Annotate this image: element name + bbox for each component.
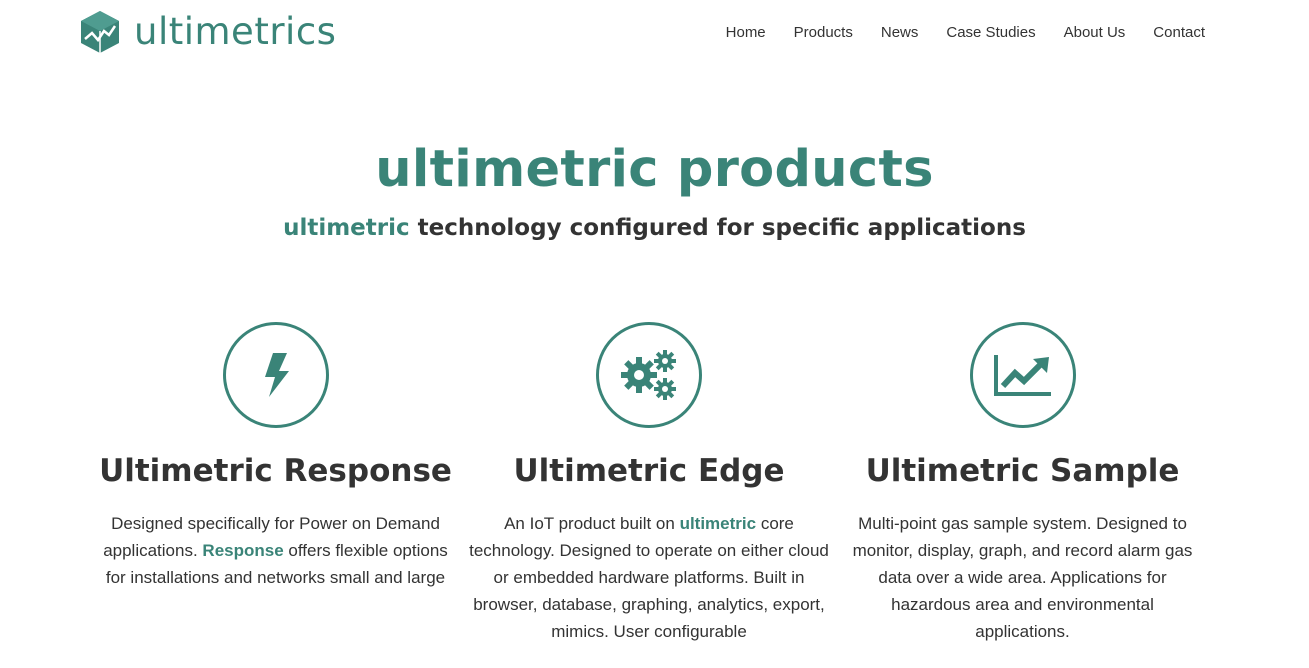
subtitle-accent: ultimetric [283, 215, 410, 241]
description-text: Multi-point gas sample system. Designed … [852, 514, 1193, 641]
gears-icon [621, 350, 676, 400]
product-description: An IoT product built on ultimetric core … [469, 510, 829, 645]
product-card-sample: Ultimetric Sample Multi-point gas sample… [836, 322, 1209, 645]
nav-case-studies[interactable]: Case Studies [946, 22, 1035, 44]
description-text: core technology. Designed to operate on … [469, 514, 829, 641]
product-title: Ultimetric Response [99, 453, 452, 489]
page-subtitle: ultimetric technology configured for spe… [0, 212, 1309, 244]
nav-products[interactable]: Products [794, 22, 853, 44]
product-card-edge: Ultimetric Edge An IoT product built on … [463, 322, 836, 645]
description-highlight: Response [202, 541, 284, 560]
main-nav: Home Products News Case Studies About Us… [698, 22, 1205, 44]
line-chart-icon [993, 355, 1051, 396]
subtitle-text: technology configured for specific appli… [409, 215, 1026, 241]
product-title: Ultimetric Edge [513, 453, 785, 489]
product-description: Multi-point gas sample system. Designed … [843, 510, 1203, 645]
product-icon-circle[interactable] [222, 322, 329, 428]
lightning-bolt-icon [264, 353, 289, 397]
nav-home[interactable]: Home [726, 22, 766, 44]
nav-about-us[interactable]: About Us [1064, 22, 1126, 44]
description-highlight: ultimetric [679, 514, 757, 533]
brand-logo[interactable]: ultimetrics [78, 9, 336, 55]
product-description: Designed specifically for Power on Deman… [96, 510, 456, 591]
brand-name: ultimetrics [134, 10, 337, 53]
nav-contact[interactable]: Contact [1153, 22, 1205, 44]
product-icon-circle[interactable] [969, 322, 1076, 428]
nav-news[interactable]: News [881, 22, 919, 44]
products-grid: Ultimetric Response Designed specificall… [89, 322, 1209, 645]
site-header: ultimetrics Home Products News Case Stud… [0, 0, 1309, 66]
product-card-response: Ultimetric Response Designed specificall… [89, 322, 462, 645]
product-icon-circle[interactable] [596, 322, 702, 428]
hero-section: ultimetric products ultimetric technolog… [0, 138, 1309, 244]
product-title: Ultimetric Sample [865, 453, 1180, 489]
description-text: An IoT product built on [504, 514, 680, 533]
page-title: ultimetric products [375, 140, 934, 199]
cube-logo-icon [81, 11, 119, 53]
